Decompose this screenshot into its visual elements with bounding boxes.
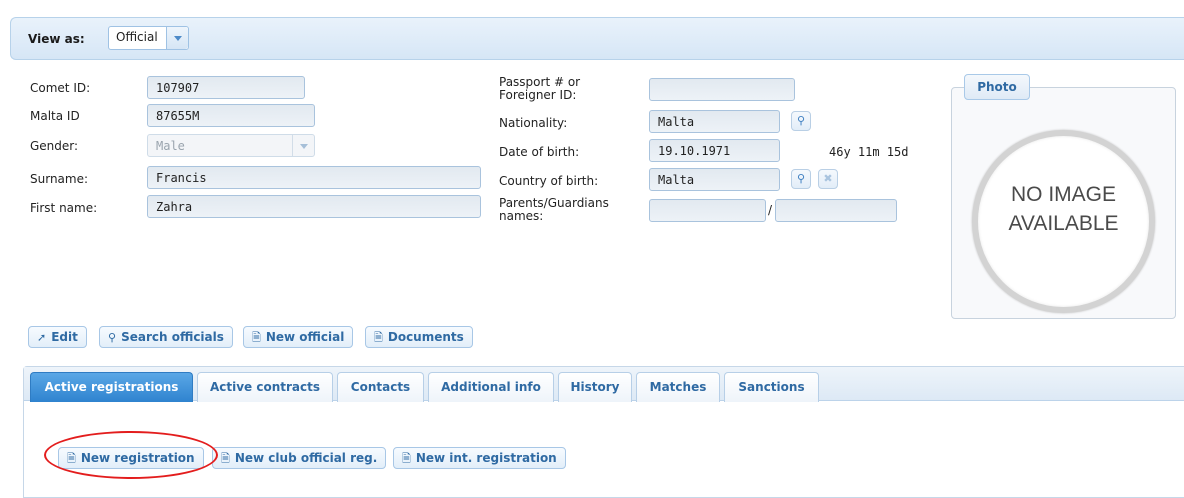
parent2-field[interactable]	[775, 199, 897, 222]
parents-label: Parents/Guardians names:	[499, 196, 609, 223]
date-of-birth-field[interactable]: 19.10.1971	[649, 139, 780, 162]
comet-id-field[interactable]: 107907	[147, 76, 305, 99]
search-officials-button[interactable]: ⚲ Search officials	[99, 326, 233, 348]
comet-id-label: Comet ID:	[30, 81, 91, 95]
new-official-button[interactable]: 🗎 New official	[243, 326, 354, 348]
new-int-registration-button[interactable]: 🗎 New int. registration	[393, 447, 566, 469]
edit-button-label: Edit	[51, 330, 78, 344]
view-as-selected: Official	[116, 30, 158, 44]
edit-button[interactable]: ➚ Edit	[28, 326, 87, 348]
view-as-label: View as:	[28, 32, 85, 46]
new-club-official-reg-button[interactable]: 🗎 New club official reg.	[212, 447, 387, 469]
view-as-bar: View as: Official	[10, 17, 1184, 60]
tab-matches[interactable]: Matches	[636, 372, 720, 402]
first-name-field[interactable]: Zahra	[147, 195, 481, 218]
no-image-placeholder: NO IMAGE AVAILABLE	[972, 130, 1155, 313]
country-of-birth-label: Country of birth:	[499, 174, 599, 188]
gender-label: Gender:	[30, 139, 79, 153]
gender-value: Male	[156, 139, 185, 153]
tab-active-registrations[interactable]: Active registrations	[30, 372, 193, 402]
tab-history[interactable]: History	[558, 372, 632, 402]
country-of-birth-field[interactable]: Malta	[649, 168, 780, 191]
new-club-official-label: New club official reg.	[234, 451, 378, 465]
nationality-search-icon[interactable]: ⚲	[791, 111, 811, 131]
chevron-down-icon[interactable]	[166, 27, 188, 49]
pencil-icon: ➚	[37, 331, 47, 344]
passport-field[interactable]	[649, 78, 795, 101]
malta-id-label: Malta ID	[30, 109, 80, 123]
parents-separator: /	[768, 203, 773, 217]
documents-label: Documents	[387, 330, 464, 344]
first-name-label: First name:	[30, 201, 98, 215]
document-icon: 🗎	[221, 452, 230, 465]
document-icon: 🗎	[252, 331, 261, 344]
highlight-annotation	[44, 431, 218, 479]
nationality-field[interactable]: Malta	[649, 110, 780, 133]
surname-label: Surname:	[30, 172, 89, 186]
document-icon: 🗎	[374, 331, 383, 344]
chevron-down-icon	[292, 135, 314, 156]
malta-id-field[interactable]: 87655M	[147, 104, 315, 127]
new-int-registration-label: New int. registration	[415, 451, 557, 465]
documents-button[interactable]: 🗎 Documents	[365, 326, 473, 348]
parent1-field[interactable]	[649, 199, 766, 222]
date-of-birth-label: Date of birth:	[499, 145, 580, 159]
tab-sanctions[interactable]: Sanctions	[724, 372, 819, 402]
country-search-icon[interactable]: ⚲	[791, 169, 811, 189]
close-icon[interactable]: ✖	[818, 169, 838, 189]
magnifier-icon: ⚲	[108, 331, 117, 344]
passport-label: Passport # or Foreigner ID:	[499, 75, 581, 102]
tab-active-contracts[interactable]: Active contracts	[197, 372, 333, 402]
tab-additional-info[interactable]: Additional info	[428, 372, 554, 402]
no-image-text: NO IMAGE AVAILABLE	[1008, 183, 1119, 235]
new-official-label: New official	[265, 330, 345, 344]
gender-select: Male	[147, 134, 315, 157]
age-display: 46y 11m 15d	[829, 145, 909, 159]
document-icon: 🗎	[402, 452, 411, 465]
tab-contacts[interactable]: Contacts	[337, 372, 424, 402]
search-officials-label: Search officials	[121, 330, 224, 344]
surname-field[interactable]: Francis	[147, 166, 481, 189]
photo-tab[interactable]: Photo	[964, 74, 1030, 100]
view-as-select[interactable]: Official	[108, 26, 189, 50]
nationality-label: Nationality:	[499, 116, 568, 130]
